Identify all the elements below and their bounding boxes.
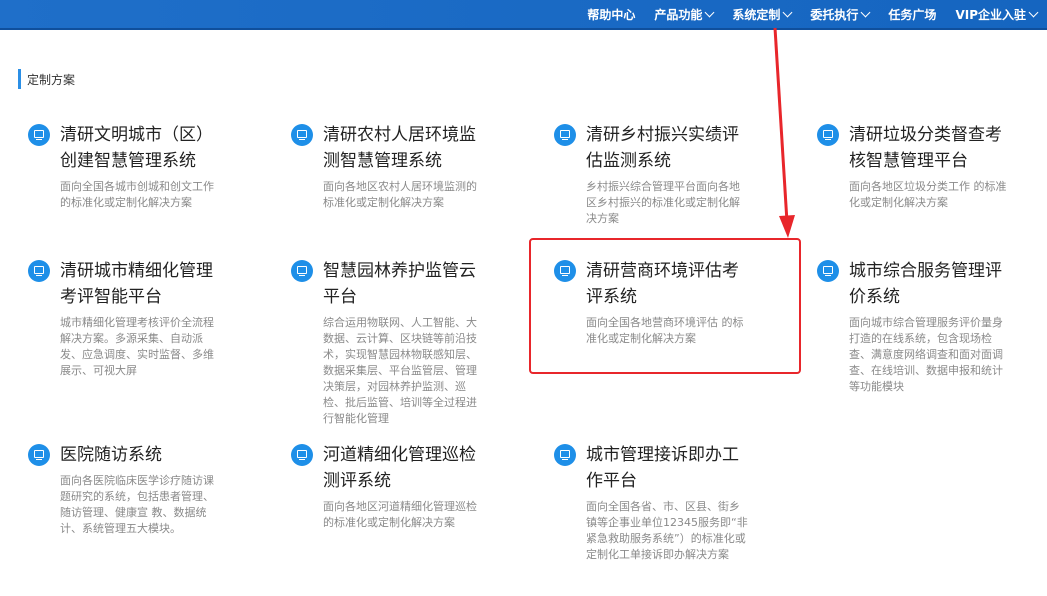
card-description: 城市精细化管理考核评价全流程解决方案。多源采集、自动派发、应急调度、实时监督、多… xyxy=(60,316,214,377)
solution-card-rural-revitalization[interactable]: 清研乡村振兴实绩评估监测系统 乡村振兴综合管理平台面向各地区乡村振兴的标准化或定… xyxy=(554,122,749,227)
monitor-icon xyxy=(291,260,313,282)
card-title[interactable]: 清研乡村振兴实绩评估监测系统 xyxy=(586,122,749,174)
chevron-down-icon xyxy=(860,7,871,17)
solution-card-rural-environment[interactable]: 清研农村人居环境监测智慧管理系统 面向各地区农村人居环境监测的标准化或定制化解决… xyxy=(291,122,486,211)
card-description: 综合运用物联网、人工智能、大数据、云计算、区块链等前沿技术，实现智慧园林物联感知… xyxy=(323,316,477,425)
solution-card-smart-garden[interactable]: 智慧园林养护监管云平台 综合运用物联网、人工智能、大数据、云计算、区块链等前沿技… xyxy=(291,258,486,427)
monitor-icon xyxy=(28,444,50,466)
solution-card-complaint-handling[interactable]: 城市管理接诉即办工作平台 面向全国各省、市、区县、街乡镇等企事业单位12345服… xyxy=(554,442,749,563)
solution-card-urban-service-evaluation[interactable]: 城市综合服务管理评价系统 面向城市综合管理服务评价量身打造的在线系统，包含现场检… xyxy=(817,258,1012,395)
monitor-icon xyxy=(554,124,576,146)
nav-task-square[interactable]: 任务广场 xyxy=(888,6,936,23)
card-description: 乡村振兴综合管理平台面向各地区乡村振兴的标准化或定制化解决方案 xyxy=(586,180,740,225)
card-description: 面向各医院临床医学诊疗随访课题研究的系统，包括患者管理、随访管理、健康宣 教、数… xyxy=(60,474,214,535)
card-title[interactable]: 智慧园林养护监管云平台 xyxy=(323,258,486,310)
nav-vip-enterprise[interactable]: VIP企业入驻 xyxy=(955,6,1039,23)
monitor-icon xyxy=(291,124,313,146)
solution-card-river-inspection[interactable]: 河道精细化管理巡检测评系统 面向各地区河道精细化管理巡检 的标准化或定制化解决方… xyxy=(291,442,486,531)
card-description: 面向各地区垃圾分类工作 的标准化或定制化解决方案 xyxy=(849,180,1007,209)
chevron-down-icon xyxy=(782,7,793,17)
nav-system-customization[interactable]: 系统定制 xyxy=(732,6,793,23)
monitor-icon xyxy=(291,444,313,466)
monitor-icon xyxy=(28,124,50,146)
monitor-icon xyxy=(817,124,839,146)
card-title[interactable]: 城市综合服务管理评价系统 xyxy=(849,258,1012,310)
chevron-down-icon xyxy=(1028,7,1039,17)
monitor-icon xyxy=(28,260,50,282)
section-title: 定制方案 xyxy=(27,73,76,87)
nav-label: 系统定制 xyxy=(732,7,781,22)
card-description: 面向全国各省、市、区县、街乡镇等企事业单位12345服务即“非紧急救助服务系统”… xyxy=(586,500,748,561)
top-nav: 帮助中心 产品功能 系统定制 委托执行 任务广场 VIP企业入驻 xyxy=(568,0,1039,28)
card-description: 面向各地区河道精细化管理巡检 的标准化或定制化解决方案 xyxy=(323,500,477,529)
highlight-box xyxy=(529,238,801,374)
card-title[interactable]: 医院随访系统 xyxy=(60,442,223,468)
monitor-icon xyxy=(817,260,839,282)
card-title[interactable]: 清研城市精细化管理考评智能平台 xyxy=(60,258,223,310)
nav-help-center[interactable]: 帮助中心 xyxy=(587,6,635,23)
card-title[interactable]: 清研文明城市（区）创建智慧管理系统 xyxy=(60,122,223,174)
card-description: 面向城市综合管理服务评价量身打造的在线系统，包含现场检查、满意度网络调查和面对面… xyxy=(849,316,1003,393)
card-description: 面向各地区农村人居环境监测的标准化或定制化解决方案 xyxy=(323,180,477,209)
solution-card-urban-refined-management[interactable]: 清研城市精细化管理考评智能平台 城市精细化管理考核评价全流程解决方案。多源采集、… xyxy=(28,258,223,379)
card-title[interactable]: 清研农村人居环境监测智慧管理系统 xyxy=(323,122,486,174)
card-title[interactable]: 城市管理接诉即办工作平台 xyxy=(586,442,749,494)
nav-label: 委托执行 xyxy=(810,7,859,22)
card-title[interactable]: 河道精细化管理巡检测评系统 xyxy=(323,442,486,494)
nav-label: 产品功能 xyxy=(654,7,703,22)
solution-card-garbage-sorting[interactable]: 清研垃圾分类督查考核智慧管理平台 面向各地区垃圾分类工作 的标准化或定制化解决方… xyxy=(817,122,1012,211)
card-description: 面向全国各城市创城和创文工作的标准化或定制化解决方案 xyxy=(60,180,214,209)
monitor-icon xyxy=(554,444,576,466)
section-accent-bar xyxy=(18,69,21,89)
nav-entrusted-execution[interactable]: 委托执行 xyxy=(810,6,871,23)
chevron-down-icon xyxy=(704,7,715,17)
solution-card-civilized-city[interactable]: 清研文明城市（区）创建智慧管理系统 面向全国各城市创城和创文工作的标准化或定制化… xyxy=(28,122,223,211)
nav-product-features[interactable]: 产品功能 xyxy=(654,6,715,23)
card-title[interactable]: 清研垃圾分类督查考核智慧管理平台 xyxy=(849,122,1012,174)
nav-label: VIP企业入驻 xyxy=(955,7,1026,22)
nav-label: 帮助中心 xyxy=(587,7,636,22)
red-arrow-icon xyxy=(773,27,795,238)
solution-card-hospital-followup[interactable]: 医院随访系统 面向各医院临床医学诊疗随访课题研究的系统，包括患者管理、随访管理、… xyxy=(28,442,223,537)
nav-label: 任务广场 xyxy=(888,7,937,22)
top-nav-bar: 帮助中心 产品功能 系统定制 委托执行 任务广场 VIP企业入驻 xyxy=(0,0,1047,30)
